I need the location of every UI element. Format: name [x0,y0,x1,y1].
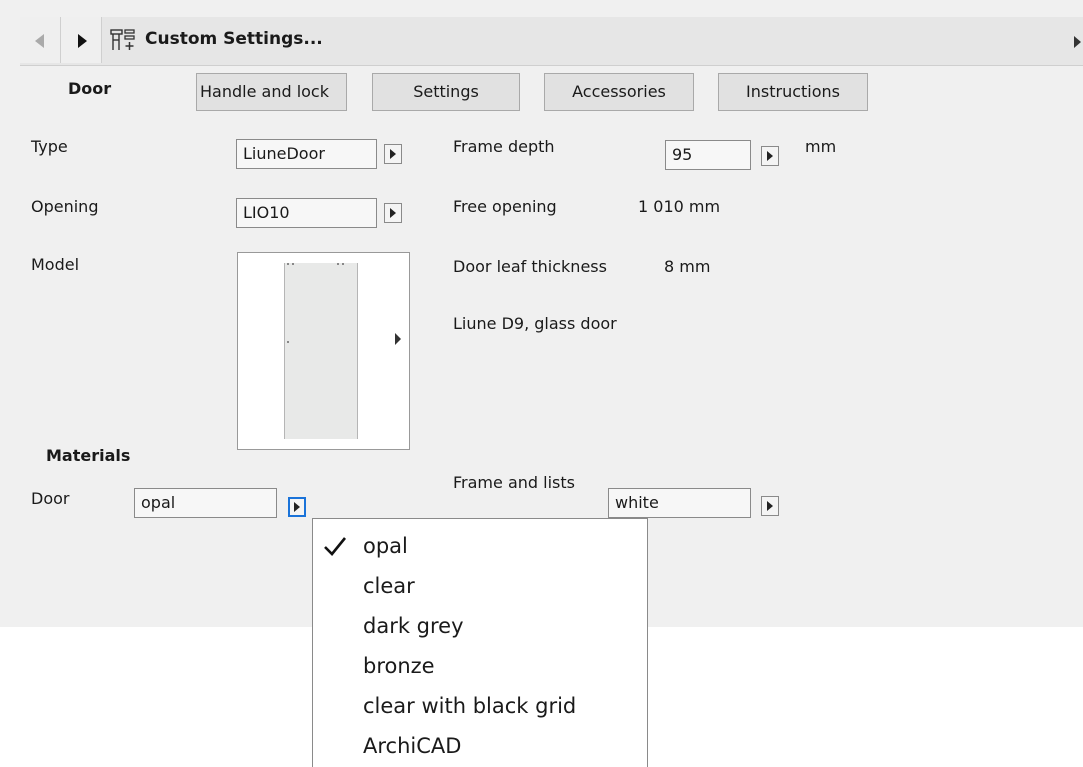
check-icon [324,537,347,556]
frame-material-arrow-button[interactable] [761,496,779,516]
model-preview[interactable] [237,252,410,450]
hinge-dot [292,263,294,265]
type-label: Type [31,137,68,156]
handle-dot [287,341,289,343]
material-dropdown-menu: opal clear dark grey bronze clear with b… [312,518,648,767]
custom-settings-icon [110,29,135,50]
dropdown-option-clear[interactable]: clear [363,574,415,598]
back-arrow-icon [35,34,44,48]
frame-material-label: Frame and lists [453,473,575,492]
hinge-dot [337,263,339,265]
frame-depth-arrow-button[interactable] [761,146,779,166]
forward-button[interactable] [61,17,102,63]
tab-settings[interactable]: Settings [372,73,520,111]
door-leaf-image [284,263,358,439]
opening-field[interactable]: LIO10 [236,198,377,228]
free-opening-value: 1 010 mm [638,197,721,216]
opening-arrow-button[interactable] [384,203,402,223]
tab-door[interactable]: Door [68,79,111,98]
door-material-field[interactable]: opal [134,488,277,518]
door-material-label: Door [31,489,70,508]
tab-accessories[interactable]: Accessories [544,73,694,111]
model-label: Model [31,255,80,274]
tab-handle-and-lock[interactable]: Handle and lock [196,73,347,111]
dropdown-option-archicad[interactable]: ArchiCAD [363,734,461,758]
header-expand-icon[interactable] [1074,36,1081,48]
materials-heading: Materials [46,446,131,465]
opening-label: Opening [31,197,99,216]
tab-label: Handle and lock [200,82,329,101]
dropdown-option-dark-grey[interactable]: dark grey [363,614,464,638]
dropdown-option-opal[interactable]: opal [363,534,408,558]
frame-depth-field[interactable]: 95 [665,140,751,170]
header-title: Custom Settings... [145,29,323,49]
hinge-dot [342,263,344,265]
dropdown-option-clear-black-grid[interactable]: clear with black grid [363,694,576,718]
forward-arrow-icon [78,34,87,48]
leaf-thickness-label: Door leaf thickness [453,257,607,276]
door-material-arrow-button[interactable] [288,497,306,517]
settings-icon-container [102,17,142,63]
frame-material-field[interactable]: white [608,488,751,518]
type-arrow-button[interactable] [384,144,402,164]
frame-depth-unit: mm [805,137,837,156]
frame-depth-label: Frame depth [453,137,555,156]
preview-arrow-icon[interactable] [395,333,401,345]
back-button[interactable] [20,17,61,63]
tab-instructions[interactable]: Instructions [718,73,868,111]
hinge-dot [287,263,289,265]
panel-header: Custom Settings... [20,17,1083,66]
door-description: Liune D9, glass door [453,314,617,333]
leaf-thickness-value: 8 mm [664,257,711,276]
dropdown-option-bronze[interactable]: bronze [363,654,435,678]
type-field[interactable]: LiuneDoor [236,139,377,169]
free-opening-label: Free opening [453,197,557,216]
